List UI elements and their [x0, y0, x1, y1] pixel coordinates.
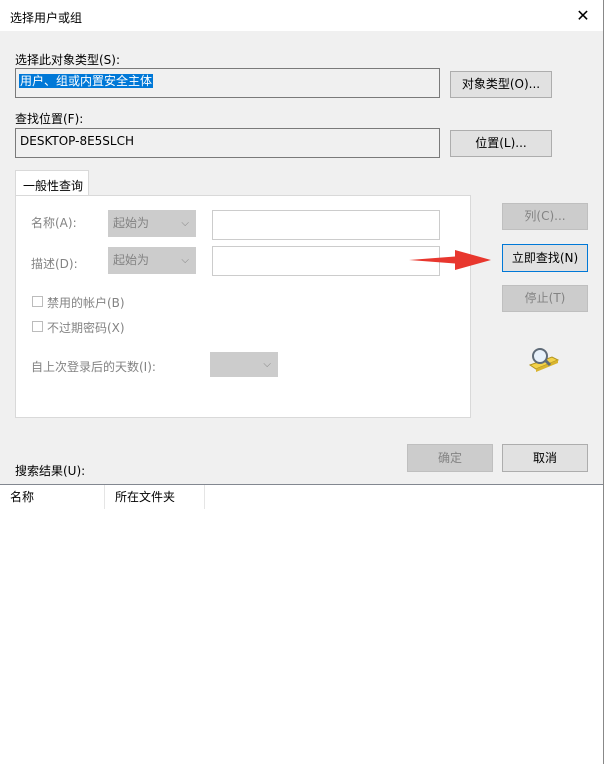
description-mode-value: 起始为 — [113, 253, 150, 267]
find-now-button[interactable]: 立即查找(N) — [502, 244, 588, 272]
chevron-down-icon: ⌵ — [181, 218, 189, 229]
tab-label: 一般性查询 — [23, 179, 84, 193]
non-expiring-password-checkbox[interactable] — [32, 321, 43, 332]
search-results-label: 搜索结果(U): — [15, 464, 86, 478]
tab-common-queries[interactable]: 一般性查询 — [15, 170, 89, 197]
name-mode-select[interactable]: 起始为 ⌵ — [108, 210, 196, 237]
name-label: 名称(A): — [31, 216, 77, 230]
disabled-accounts-checkbox[interactable] — [32, 296, 43, 307]
location-label: 查找位置(F): — [15, 112, 84, 126]
columns-button[interactable]: 列(C)... — [502, 203, 588, 230]
ok-button[interactable]: 确定 — [407, 444, 493, 472]
object-type-field: 用户、组或内置安全主体 — [15, 68, 440, 98]
non-expiring-password-label: 不过期密码(X) — [47, 321, 125, 335]
days-since-logon-select[interactable]: ⌵ — [210, 352, 278, 377]
search-results-list[interactable]: 名称 所在文件夹 — [0, 484, 603, 765]
stop-button[interactable]: 停止(T) — [502, 285, 588, 312]
description-mode-select[interactable]: 起始为 ⌵ — [108, 247, 196, 274]
disabled-accounts-label: 禁用的帐户(B) — [47, 296, 125, 310]
location-field: DESKTOP-8E5SLCH — [15, 128, 440, 158]
column-header-folder[interactable]: 所在文件夹 — [105, 485, 205, 509]
cancel-button[interactable]: 取消 — [502, 444, 588, 472]
days-since-logon-label: 自上次登录后的天数(I): — [31, 360, 156, 374]
chevron-down-icon: ⌵ — [263, 359, 271, 370]
close-icon[interactable]: ✕ — [565, 2, 601, 29]
column-header-name[interactable]: 名称 — [0, 485, 105, 509]
title-bar: 选择用户或组 ✕ — [0, 0, 603, 31]
object-type-value: 用户、组或内置安全主体 — [19, 74, 154, 88]
window-title: 选择用户或组 — [10, 11, 83, 25]
red-arrow-icon — [409, 250, 491, 270]
locations-button[interactable]: 位置(L)... — [450, 130, 552, 157]
description-label: 描述(D): — [31, 257, 78, 271]
select-users-dialog: 选择用户或组 ✕ 选择此对象类型(S): 用户、组或内置安全主体 对象类型(O)… — [0, 0, 604, 765]
name-mode-value: 起始为 — [113, 216, 150, 230]
search-magnifier-icon — [528, 348, 560, 372]
chevron-down-icon: ⌵ — [181, 255, 189, 266]
object-types-button[interactable]: 对象类型(O)... — [450, 71, 552, 98]
name-input[interactable] — [212, 210, 440, 240]
object-type-label: 选择此对象类型(S): — [15, 53, 121, 67]
